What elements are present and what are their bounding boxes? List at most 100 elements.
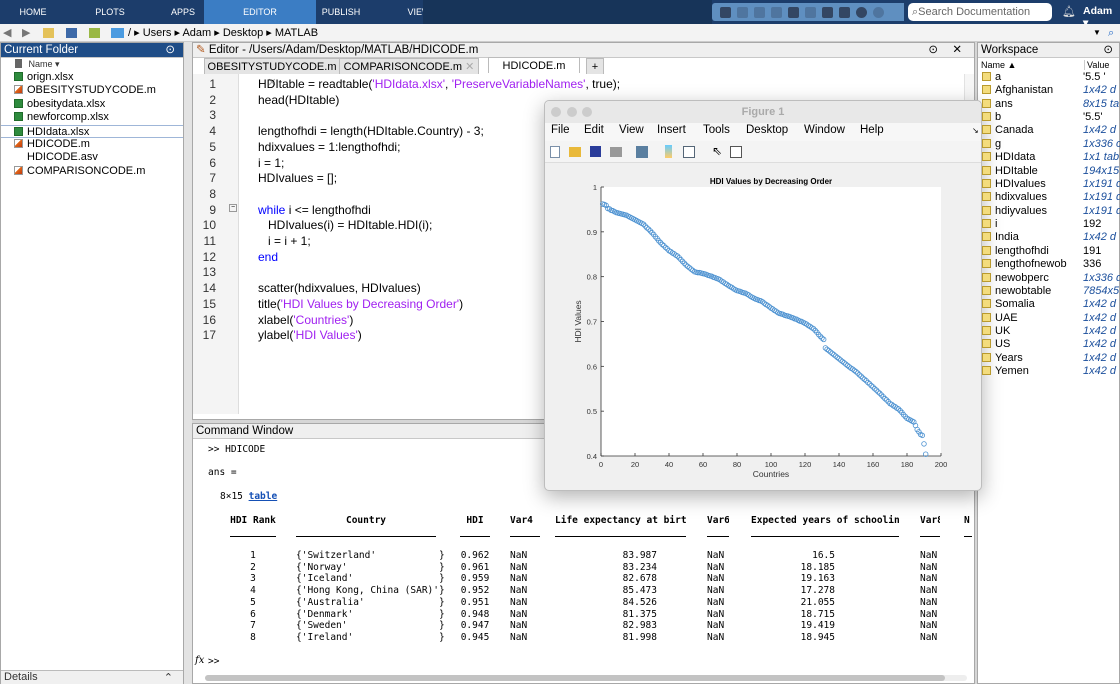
- copy-icon[interactable]: [754, 6, 765, 18]
- workspace-variable[interactable]: US 1x42 d: [980, 338, 1120, 351]
- workspace-variable[interactable]: Yemen 1x42 d: [980, 365, 1120, 378]
- panel-menu-icon[interactable]: ⊙: [928, 43, 938, 58]
- workspace-variable[interactable]: India 1x42 d: [980, 231, 1120, 244]
- back-icon[interactable]: ◀: [3, 24, 11, 42]
- table-link[interactable]: table: [249, 491, 278, 502]
- workspace-variable[interactable]: g 1x336 c: [980, 138, 1120, 151]
- menu-window[interactable]: Window: [804, 124, 845, 136]
- details-section[interactable]: Details ⌃: [1, 670, 183, 684]
- file-item[interactable]: COMPARISONCODE.m: [14, 165, 145, 178]
- colorbar-icon[interactable]: [665, 145, 672, 158]
- new-figure-icon[interactable]: [550, 146, 560, 158]
- new-tab-button[interactable]: +: [586, 58, 604, 74]
- code-line[interactable]: ylabel('HDI Values'): [258, 327, 362, 343]
- breadcrumb-adam[interactable]: Adam: [182, 27, 211, 39]
- code-line[interactable]: while i <= lengthofhdi: [258, 202, 371, 218]
- workspace-variable[interactable]: ans 8x15 ta: [980, 98, 1120, 111]
- menu-help[interactable]: Help: [860, 124, 884, 136]
- menu-desktop[interactable]: Desktop: [746, 124, 788, 136]
- workspace-variable[interactable]: lengthofnewob 336: [980, 258, 1120, 271]
- paste-icon[interactable]: [771, 6, 782, 18]
- workspace-variable[interactable]: i 192: [980, 218, 1120, 231]
- workspace-variable[interactable]: UAE 1x42 d: [980, 312, 1120, 325]
- up-folder-icon[interactable]: [43, 28, 54, 38]
- code-line[interactable]: lengthofhdi = length(HDItable.Country) -…: [258, 123, 484, 139]
- file-item[interactable]: obesitydata.xlsx: [14, 98, 105, 111]
- workspace-variable[interactable]: HDIdata 1x1 tab: [980, 151, 1120, 164]
- close-icon[interactable]: ✕: [952, 43, 962, 58]
- open-icon[interactable]: [569, 147, 581, 157]
- menu-insert[interactable]: Insert: [657, 124, 686, 136]
- code-line[interactable]: HDIvalues = [];: [258, 170, 337, 186]
- switch-windows-icon[interactable]: [839, 6, 850, 18]
- command-prompt[interactable]: >>: [208, 656, 219, 667]
- file-item[interactable]: orign.xlsx: [14, 71, 73, 84]
- file-item[interactable]: newforcomp.xlsx: [14, 111, 109, 124]
- tab-editor[interactable]: EDITOR: [204, 0, 316, 24]
- chevron-down-icon[interactable]: ▼: [1093, 24, 1101, 42]
- fx-icon[interactable]: fx: [195, 655, 204, 666]
- workspace-variable[interactable]: Afghanistan 1x42 d: [980, 84, 1120, 97]
- workspace-variable[interactable]: UK 1x42 d: [980, 325, 1120, 338]
- workspace-variable[interactable]: HDItable 194x15: [980, 165, 1120, 178]
- horizontal-scrollbar[interactable]: [205, 675, 967, 681]
- name-column-header[interactable]: Name ▾: [15, 59, 60, 70]
- print-icon[interactable]: [610, 147, 622, 157]
- help-icon[interactable]: [856, 6, 867, 18]
- name-column-header[interactable]: Name ▲: [981, 60, 1016, 70]
- tab-plots[interactable]: PLOTS: [77, 0, 143, 24]
- tab-hdicode[interactable]: HDICODE.m: [488, 57, 580, 73]
- workspace-variable[interactable]: Years 1x42 d: [980, 352, 1120, 365]
- redo-icon[interactable]: [805, 6, 816, 18]
- panel-menu-icon[interactable]: ⊙: [1103, 43, 1113, 58]
- splitter[interactable]: [184, 42, 192, 684]
- property-editor-icon[interactable]: [730, 146, 742, 158]
- file-item[interactable]: OBESITYSTUDYCODE.m: [14, 84, 156, 97]
- workspace-variable[interactable]: newobperc 1x336 d: [980, 272, 1120, 285]
- browse-folder-icon[interactable]: [66, 28, 77, 38]
- workspace-variable[interactable]: hdixvalues 1x191 d: [980, 191, 1120, 204]
- menu-file[interactable]: File: [551, 124, 570, 136]
- workspace-variable[interactable]: Canada 1x42 d: [980, 124, 1120, 137]
- tab-obesitystudycode[interactable]: OBESITYSTUDYCODE.m ✕: [204, 58, 340, 89]
- save-icon[interactable]: [590, 146, 601, 157]
- link-plot-icon[interactable]: [636, 146, 648, 158]
- tab-comparisoncode[interactable]: COMPARISONCODE.m ✕: [339, 58, 479, 74]
- save-icon[interactable]: [720, 6, 731, 18]
- code-line[interactable]: i = 1;: [258, 155, 284, 171]
- code-line[interactable]: i = i + 1;: [258, 233, 311, 249]
- tab-home[interactable]: HOME: [0, 0, 66, 24]
- dock-icon[interactable]: ↘: [972, 126, 979, 135]
- forward-icon[interactable]: ▶: [22, 24, 30, 42]
- scatter-plot[interactable]: 0 20 40 60 80 100 120 140 160 180 200 0.4 0.5 0.6 0.7 0…: [544, 160, 980, 490]
- code-line[interactable]: head(HDItable): [258, 92, 339, 108]
- breadcrumb-matlab[interactable]: MATLAB: [275, 27, 318, 39]
- code-line[interactable]: hdixvalues = 1:lengthofhdi;: [258, 139, 400, 155]
- workspace-variable[interactable]: HDIvalues 1x191 d: [980, 178, 1120, 191]
- undo-icon[interactable]: [788, 6, 799, 18]
- legend-icon[interactable]: [683, 146, 695, 158]
- value-column-header[interactable]: Value: [1084, 60, 1109, 70]
- code-line[interactable]: scatter(hdixvalues, HDIvalues): [258, 280, 421, 296]
- panel-menu-icon[interactable]: ⊙: [165, 43, 175, 58]
- file-item[interactable]: HDIdata.xlsx: [1, 124, 183, 138]
- breadcrumb-root[interactable]: /: [128, 27, 131, 39]
- workspace-variable[interactable]: newobtable 7854x5: [980, 285, 1120, 298]
- fold-icon[interactable]: −: [229, 204, 237, 212]
- code-line[interactable]: xlabel('Countries'): [258, 312, 353, 328]
- print-icon[interactable]: [822, 6, 833, 18]
- menu-view[interactable]: View: [619, 124, 644, 136]
- search-folder-icon[interactable]: [89, 28, 100, 38]
- menu-tools[interactable]: Tools: [703, 124, 730, 136]
- tab-publish[interactable]: PUBLISH: [308, 0, 374, 24]
- workspace-variable[interactable]: Somalia 1x42 d: [980, 298, 1120, 311]
- workspace-variable[interactable]: a '5.5 ': [980, 71, 1120, 84]
- cut-icon[interactable]: [737, 6, 748, 18]
- workspace-variable[interactable]: hdiyvalues 1x191 d: [980, 205, 1120, 218]
- menu-edit[interactable]: Edit: [584, 124, 604, 136]
- code-line[interactable]: HDIvalues(i) = HDItable.HDI(i);: [258, 217, 432, 233]
- chevron-down-icon[interactable]: [873, 6, 884, 18]
- workspace-variable[interactable]: b '5.5': [980, 111, 1120, 124]
- file-item[interactable]: HDICODE.asv: [14, 151, 98, 164]
- file-item[interactable]: HDICODE.m: [14, 138, 90, 151]
